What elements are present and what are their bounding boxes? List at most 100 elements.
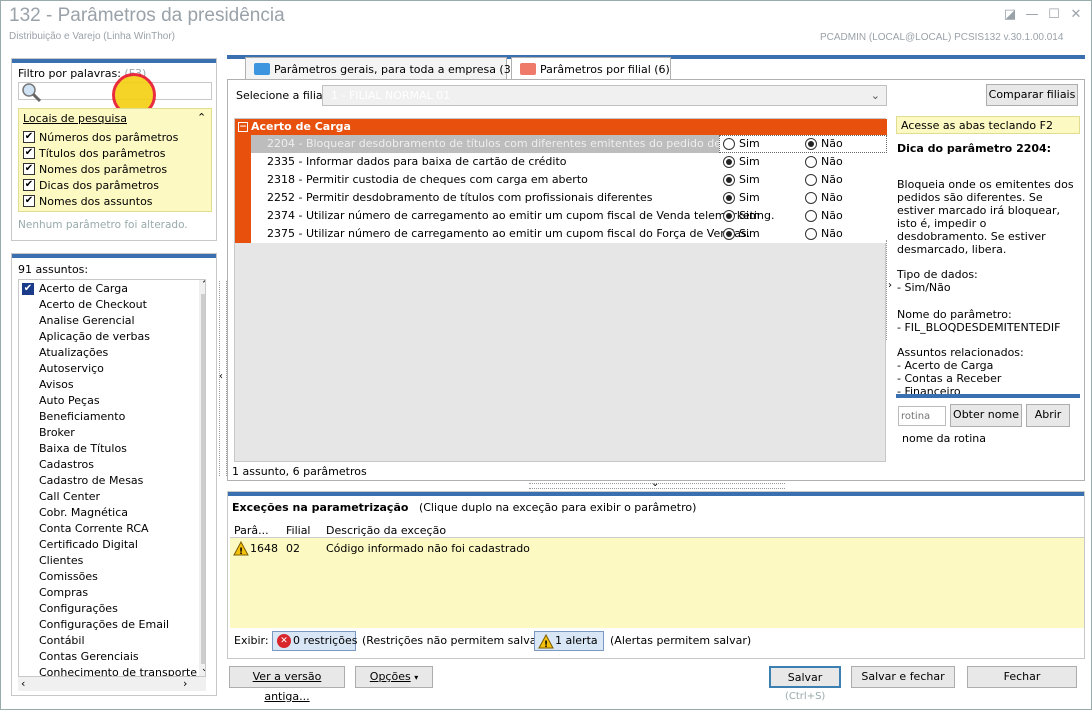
list-item[interactable]: Call Center: [39, 490, 100, 503]
radio-sim[interactable]: [723, 192, 735, 204]
tip-splitter[interactable]: ›: [886, 240, 894, 340]
save-button[interactable]: Salvar: [769, 666, 841, 688]
list-item[interactable]: Contas Gerenciais: [39, 650, 139, 663]
subjects-hscrollbar[interactable]: ‹ ›: [18, 677, 206, 691]
option-param-names[interactable]: ✔ Nomes dos parâmetros: [19, 163, 209, 179]
scroll-left-icon[interactable]: ‹: [21, 677, 25, 690]
close-icon[interactable]: ✕: [1067, 7, 1085, 23]
list-item[interactable]: Autoserviço: [39, 362, 104, 375]
radio-nao[interactable]: [805, 228, 817, 240]
list-item[interactable]: Comissões: [39, 570, 98, 583]
list-item[interactable]: Configurações de Email: [39, 618, 169, 631]
list-item[interactable]: Clientes: [39, 554, 83, 567]
list-item[interactable]: Cadastros: [39, 458, 94, 471]
radio-nao[interactable]: [805, 210, 817, 222]
panel-splitter[interactable]: ‹: [219, 281, 227, 476]
subject-checkbox[interactable]: ✔: [22, 283, 34, 295]
param-row-2318[interactable]: 2318 - Permitir custodia de cheques com …: [251, 171, 887, 189]
list-item[interactable]: Baixa de Títulos: [39, 442, 127, 455]
radio-nao[interactable]: [805, 138, 817, 150]
expand-right-icon[interactable]: ›: [888, 280, 892, 291]
list-item[interactable]: Acerto de Checkout: [39, 298, 147, 311]
subjects-list[interactable]: ✔ Acerto de Carga Acerto de Checkout Ana…: [18, 279, 206, 677]
radio-nao[interactable]: [805, 156, 817, 168]
old-version-button[interactable]: Ver a versão antiga...: [229, 666, 345, 703]
column-header[interactable]: Parâ...: [234, 524, 269, 537]
checkbox[interactable]: ✔: [23, 195, 35, 207]
restore-icon[interactable]: ◪: [1001, 7, 1019, 23]
restrictions-toggle[interactable]: ✕ 0 restrições: [272, 631, 357, 651]
param-row-2335[interactable]: 2335 - Informar dados para baixa de cart…: [251, 153, 887, 171]
list-item[interactable]: Conhecimento de transporte ele: [39, 666, 205, 676]
options-button[interactable]: Opções ▾: [355, 666, 433, 688]
save-shortcut: (Ctrl+S): [785, 691, 826, 702]
subjects-count: 91 assuntos:: [18, 263, 89, 276]
list-item[interactable]: Configurações: [39, 602, 118, 615]
radio-sim-label: Sim: [739, 173, 760, 186]
checkbox[interactable]: ✔: [23, 179, 35, 191]
radio-sim[interactable]: [723, 228, 735, 240]
alerts-toggle[interactable]: ! 1 alerta: [534, 631, 604, 651]
close-button[interactable]: Fechar: [967, 666, 1077, 688]
column-header[interactable]: Filial: [286, 524, 311, 537]
collapse-icon[interactable]: ⌃: [197, 111, 206, 124]
column-header[interactable]: Descrição da exceção: [326, 524, 446, 537]
checkbox[interactable]: ✔: [23, 131, 35, 143]
radio-sim[interactable]: [723, 210, 735, 222]
list-item[interactable]: Cobr. Magnética: [39, 506, 128, 519]
list-item[interactable]: Certificado Digital: [39, 538, 138, 551]
list-item[interactable]: Beneficiamento: [39, 410, 125, 423]
minimize-icon[interactable]: —: [1023, 7, 1041, 23]
locations-title: Locais de pesquisa: [23, 112, 127, 125]
option-param-titles[interactable]: ✔ Títulos dos parâmetros: [19, 147, 209, 163]
checkbox[interactable]: ✔: [23, 147, 35, 159]
chevron-down-icon[interactable]: ⌄: [651, 478, 659, 489]
checkbox[interactable]: ✔: [23, 163, 35, 175]
subjects-scrollbar[interactable]: ⌃ ⌄: [199, 280, 205, 676]
list-item[interactable]: Conta Corrente RCA: [39, 522, 149, 535]
list-item[interactable]: Atualizações: [39, 346, 108, 359]
list-item[interactable]: Aplicação de verbas: [39, 330, 150, 343]
table-row[interactable]: ! 1648 02 Código informado não foi cadas…: [230, 540, 1062, 558]
radio-sim[interactable]: [723, 138, 735, 150]
list-item[interactable]: Analise Gerencial: [39, 314, 135, 327]
option-param-numbers[interactable]: ✔ Números dos parâmetros: [19, 131, 209, 147]
param-row-2204[interactable]: 2204 - Bloquear desdobramento de títulos…: [251, 135, 887, 153]
list-item[interactable]: Compras: [39, 586, 88, 599]
list-item[interactable]: Avisos: [39, 378, 74, 391]
radio-sim[interactable]: [723, 156, 735, 168]
list-item[interactable]: Broker: [39, 426, 75, 439]
scroll-down-icon[interactable]: ⌄: [201, 664, 205, 674]
collapse-left-icon[interactable]: ‹: [219, 371, 223, 382]
param-row-2374[interactable]: 2374 - Utilizar número de carregamento a…: [251, 207, 887, 225]
collapse-group-icon[interactable]: −: [238, 122, 248, 132]
option-subject-names[interactable]: ✔ Nomes dos assuntos: [19, 195, 209, 211]
option-param-tips[interactable]: ✔ Dicas dos parâmetros: [19, 179, 209, 195]
rotina-input[interactable]: [898, 406, 946, 426]
horizontal-splitter[interactable]: ⌄: [529, 478, 785, 489]
radio-nao[interactable]: [805, 192, 817, 204]
scroll-right-icon[interactable]: ›: [183, 677, 187, 690]
param-row-2375[interactable]: 2375 - Utilizar número de carregamento a…: [251, 225, 887, 243]
list-item[interactable]: Contábil: [39, 634, 85, 647]
scroll-thumb[interactable]: [201, 294, 205, 664]
radio-nao[interactable]: [805, 174, 817, 186]
tab-hint: Acesse as abas teclando F2: [896, 116, 1080, 134]
compare-branches-button[interactable]: Comparar filiais: [986, 84, 1078, 106]
param-row-2252[interactable]: 2252 - Permitir desdobramento de títulos…: [251, 189, 887, 207]
get-name-button[interactable]: Obter nome: [950, 404, 1022, 427]
scroll-up-icon[interactable]: ⌃: [201, 280, 205, 290]
group-header[interactable]: − Acerto de Carga: [235, 119, 887, 135]
option-label: Nomes dos parâmetros: [39, 163, 168, 176]
radio-sim[interactable]: [723, 174, 735, 186]
open-button[interactable]: Abrir: [1026, 404, 1070, 427]
save-close-button[interactable]: Salvar e fechar: [851, 666, 955, 688]
list-item[interactable]: Auto Peças: [39, 394, 100, 407]
tab-branch-params[interactable]: Parâmetros por filial (6): [511, 57, 671, 80]
filial-select[interactable]: 1 - FILIAL NORMAL 01 ⌄: [322, 85, 887, 106]
list-item[interactable]: Cadastro de Mesas: [39, 474, 143, 487]
list-item[interactable]: Acerto de Carga: [39, 282, 128, 295]
app-window: 132 - Parâmetros da presidência Distribu…: [0, 0, 1092, 710]
tab-general-params[interactable]: Parâmetros gerais, para toda a empresa (…: [245, 57, 522, 79]
maximize-icon[interactable]: ☐: [1045, 7, 1063, 23]
